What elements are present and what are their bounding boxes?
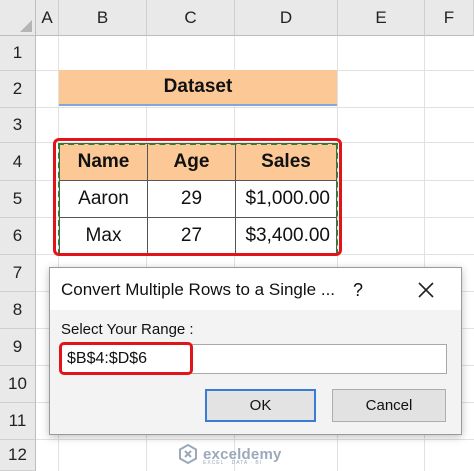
select-all-triangle-icon <box>20 20 32 32</box>
watermark-tagline: EXCEL · DATA · BI <box>203 460 263 466</box>
column-header-e[interactable]: E <box>338 0 425 36</box>
row-header-9[interactable]: 9 <box>0 329 36 366</box>
row-header-5[interactable]: 5 <box>0 181 36 218</box>
dialog-title: Convert Multiple Rows to a Single ... <box>61 280 336 299</box>
row-header-2[interactable]: 2 <box>0 71 36 108</box>
row-header-10[interactable]: 10 <box>0 366 36 403</box>
table-row: Aaron 29 $1,000.00 <box>59 180 337 218</box>
column-header-a[interactable]: A <box>36 0 59 36</box>
column-header-d[interactable]: D <box>235 0 338 36</box>
gridline <box>36 107 474 108</box>
help-icon[interactable]: ? <box>353 280 363 301</box>
row-header-3[interactable]: 3 <box>0 108 36 143</box>
exceldemy-watermark: exceldemy EXCEL · DATA · BI <box>178 441 282 467</box>
convert-rows-dialog: Convert Multiple Rows to a Single ... ? … <box>49 267 462 435</box>
header-age[interactable]: Age <box>147 143 236 181</box>
header-sales[interactable]: Sales <box>235 143 337 181</box>
column-header-c[interactable]: C <box>147 0 235 36</box>
row-header-1[interactable]: 1 <box>0 36 36 71</box>
row-header-6[interactable]: 6 <box>0 218 36 255</box>
data-table: Name Age Sales Aaron 29 $1,000.00 Max 27… <box>59 143 337 255</box>
row-header-12[interactable]: 12 <box>0 440 36 471</box>
select-all-corner[interactable] <box>0 0 36 36</box>
table-row: Max 27 $3,400.00 <box>59 217 337 255</box>
cancel-button[interactable]: Cancel <box>332 389 446 422</box>
column-header-f[interactable]: F <box>425 0 474 36</box>
exceldemy-logo-icon <box>179 444 197 464</box>
gridline <box>36 439 474 440</box>
dataset-title[interactable]: Dataset <box>59 70 337 106</box>
cell-name[interactable]: Max <box>59 217 148 255</box>
row-header-8[interactable]: 8 <box>0 292 36 329</box>
close-icon[interactable] <box>414 278 438 302</box>
cell-age[interactable]: 27 <box>147 217 236 255</box>
header-name[interactable]: Name <box>59 143 148 181</box>
row-header-7[interactable]: 7 <box>0 255 36 292</box>
ok-button[interactable]: OK <box>205 389 316 422</box>
table-header-row: Name Age Sales <box>59 143 337 181</box>
cell-sales[interactable]: $1,000.00 <box>235 180 337 218</box>
cell-name[interactable]: Aaron <box>59 180 148 218</box>
row-header-4[interactable]: 4 <box>0 143 36 181</box>
row-header-11[interactable]: 11 <box>0 403 36 440</box>
range-label: Select Your Range : <box>61 321 194 338</box>
range-input[interactable]: $B$4:$D$6 <box>61 344 447 374</box>
column-header-b[interactable]: B <box>59 0 147 36</box>
cell-sales[interactable]: $3,400.00 <box>235 217 337 255</box>
cell-age[interactable]: 29 <box>147 180 236 218</box>
